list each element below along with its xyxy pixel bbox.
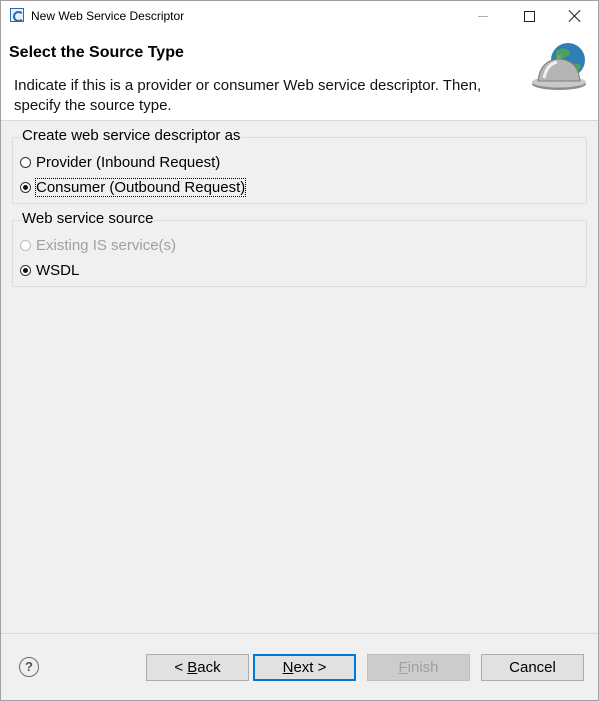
- next-label-rest: ext: [293, 659, 314, 676]
- back-mnemonic: B: [187, 659, 198, 676]
- next-mnemonic: N: [282, 659, 294, 676]
- wsdl-radio-label: WSDL: [36, 261, 80, 279]
- service-source-group: Web service source Existing IS service(s…: [12, 210, 587, 287]
- help-icon[interactable]: ?: [19, 657, 39, 677]
- consumer-radio-option[interactable]: Consumer (Outbound Request): [20, 176, 247, 198]
- provider-radio[interactable]: [20, 156, 31, 168]
- finish-label-rest: inish: [407, 659, 439, 676]
- dialog-window: New Web Service Descriptor Select the So…: [0, 0, 599, 701]
- wizard-header: Select the Source Type Indicate if this …: [1, 32, 598, 121]
- close-icon: [568, 9, 582, 23]
- footer-separator: [1, 633, 598, 634]
- back-label-rest: ack: [197, 659, 221, 676]
- descriptor-type-group: Create web service descriptor as Provide…: [12, 127, 587, 204]
- consumer-radio[interactable]: [20, 181, 31, 193]
- wsdl-radio[interactable]: [20, 264, 31, 276]
- finish-mnemonic: F: [398, 659, 408, 676]
- next-button[interactable]: Next >: [253, 654, 356, 681]
- window-title: New Web Service Descriptor: [31, 9, 185, 23]
- close-button[interactable]: [552, 1, 598, 32]
- minimize-icon: [478, 16, 488, 17]
- cancel-button[interactable]: Cancel: [481, 654, 584, 681]
- back-button[interactable]: < Back: [146, 654, 249, 681]
- globe-service-bell-icon: [532, 43, 586, 90]
- source-group-legend: Web service source: [21, 210, 155, 227]
- existing-service-radio[interactable]: [20, 239, 31, 251]
- minimize-button[interactable]: [460, 1, 506, 32]
- descriptor-group-legend: Create web service descriptor as: [21, 127, 242, 144]
- provider-radio-label: Provider (Inbound Request): [36, 153, 221, 171]
- back-prefix: <: [174, 659, 188, 676]
- maximize-button[interactable]: [506, 1, 552, 32]
- provider-radio-option[interactable]: Provider (Inbound Request): [20, 151, 220, 173]
- title-bar: New Web Service Descriptor: [1, 1, 598, 32]
- wsdl-radio-option[interactable]: WSDL: [20, 259, 79, 281]
- consumer-radio-label: Consumer (Outbound Request): [34, 177, 247, 197]
- app-icon: [10, 8, 24, 22]
- finish-button[interactable]: Finish: [367, 654, 470, 681]
- maximize-icon: [524, 11, 535, 22]
- page-title: Select the Source Type: [9, 44, 184, 61]
- existing-service-radio-label: Existing IS service(s): [36, 236, 177, 254]
- existing-service-radio-option[interactable]: Existing IS service(s): [20, 234, 176, 256]
- page-description: Indicate if this is a provider or consum…: [14, 77, 482, 114]
- next-suffix: >: [313, 659, 327, 676]
